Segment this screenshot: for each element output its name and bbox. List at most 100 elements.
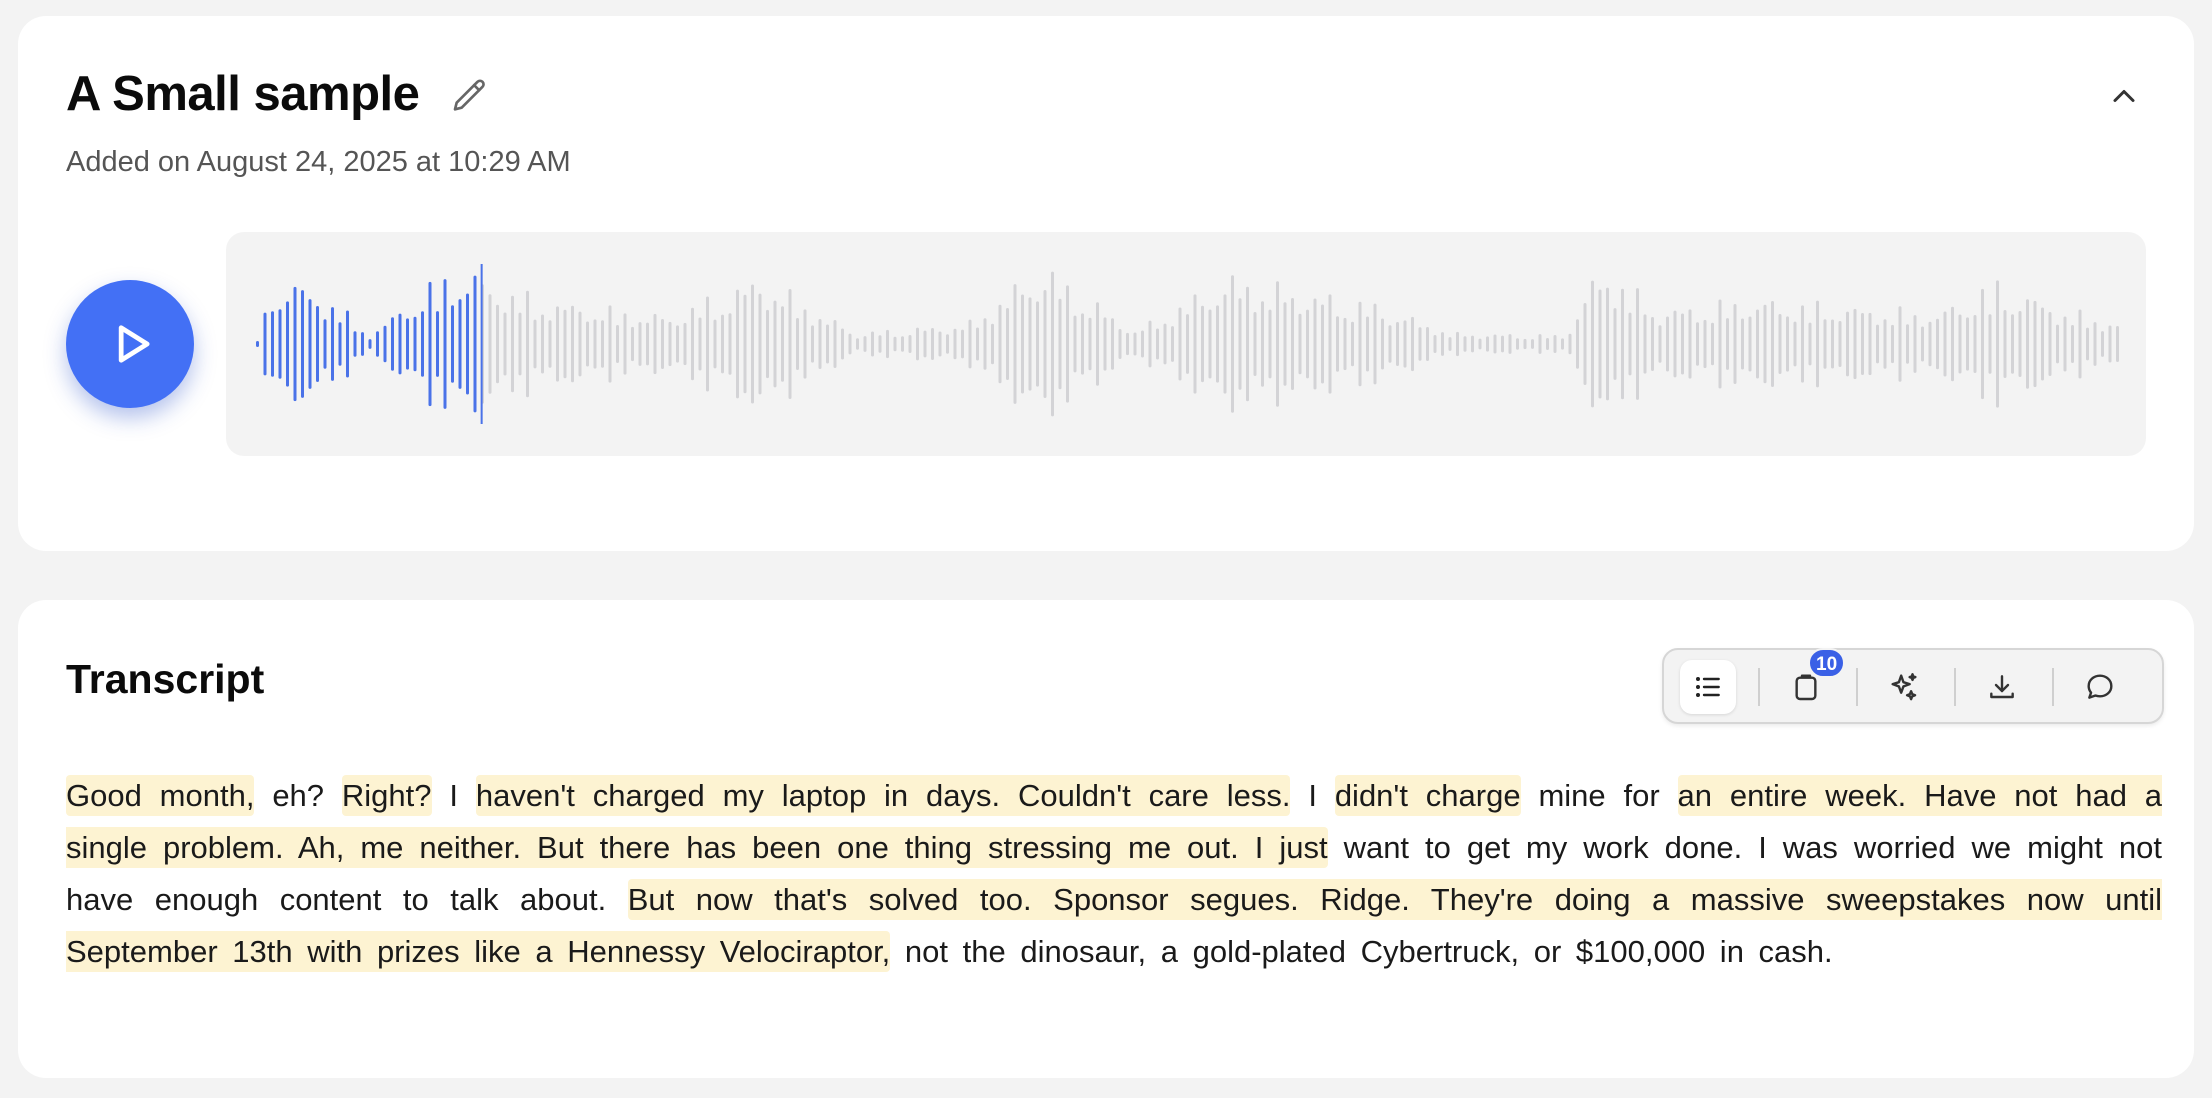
transcript-segment[interactable]: eh? <box>272 778 324 813</box>
waveform-bar <box>346 310 349 378</box>
waveform-bar <box>1163 323 1167 365</box>
list-view-button[interactable] <box>1680 660 1736 714</box>
waveform-bar <box>1201 305 1204 383</box>
waveform-bar <box>1816 300 1819 388</box>
waveform-bar <box>1681 313 1684 375</box>
waveform-bar <box>308 299 312 389</box>
waveform-bar <box>826 324 829 364</box>
waveform-bar <box>743 294 747 394</box>
waveform-bar <box>1891 324 1894 364</box>
waveform-bar <box>1291 297 1294 391</box>
waveform-bar <box>961 329 964 359</box>
waveform-bar <box>383 325 387 363</box>
waveform-bar <box>1111 318 1114 370</box>
waveform[interactable] <box>226 232 2146 456</box>
waveform-bar <box>1321 304 1324 384</box>
waveform-bar <box>398 313 402 375</box>
waveform-bar <box>781 306 784 382</box>
transcript-segment-highlighted[interactable]: haven't charged my laptop in days. Could… <box>475 775 1291 816</box>
waveform-bar <box>496 304 499 384</box>
waveform-bar <box>1846 311 1849 377</box>
waveform-bar <box>1801 305 1804 383</box>
waveform-bar <box>1906 324 1909 364</box>
clipboard-button[interactable]: 10 <box>1778 648 1846 714</box>
waveform-bars[interactable] <box>226 232 2146 456</box>
waveform-bar <box>323 319 327 369</box>
transcript-segment-highlighted[interactable]: Good month, <box>66 775 255 816</box>
download-button[interactable] <box>1974 660 2030 714</box>
waveform-bar <box>1216 305 1219 383</box>
waveform-bar <box>278 309 282 379</box>
waveform-bar <box>1463 336 1467 352</box>
transcript-segment[interactable]: not the dinosaur, a gold-plated Cybertru… <box>905 934 1833 969</box>
waveform-bar <box>1666 316 1669 372</box>
waveform-bar <box>1148 320 1152 368</box>
waveform-bar <box>1283 302 1287 386</box>
waveform-bar <box>1898 306 1902 382</box>
waveform-bar <box>998 304 1002 384</box>
waveform-bar <box>1711 322 1714 366</box>
waveform-bar <box>391 317 394 371</box>
waveform-bar <box>1276 281 1279 407</box>
clipboard-count-badge: 10 <box>1808 648 1846 678</box>
waveform-bar <box>2011 314 2014 374</box>
waveform-bar <box>458 299 462 389</box>
waveform-bar <box>1366 316 1369 372</box>
waveform-bar <box>1996 280 1999 408</box>
comment-button[interactable] <box>2072 660 2128 714</box>
transcript-segment[interactable]: I <box>1308 778 1317 813</box>
waveform-bar <box>1568 333 1572 355</box>
waveform-bar <box>721 314 724 374</box>
waveform-bar <box>2116 326 2119 362</box>
chevron-up-icon[interactable] <box>2106 78 2142 114</box>
waveform-bar <box>428 281 432 407</box>
waveform-bar <box>1313 298 1317 390</box>
waveform-bar <box>301 290 304 398</box>
transcript-segment-highlighted[interactable]: Right? <box>341 775 432 816</box>
waveform-bar <box>1531 339 1534 349</box>
waveform-bar <box>1306 309 1309 379</box>
waveform-bar <box>811 325 814 363</box>
waveform-bar <box>1156 328 1159 360</box>
waveform-bar <box>683 322 687 366</box>
play-button[interactable] <box>66 280 194 408</box>
waveform-bar <box>2048 312 2052 376</box>
waveform-bar <box>788 288 792 400</box>
transcript-title: Transcript <box>66 656 265 702</box>
waveform-bar <box>1088 317 1092 371</box>
waveform-bar <box>1066 285 1069 403</box>
waveform-bar <box>901 336 904 352</box>
waveform-bar <box>1748 316 1752 372</box>
waveform-bar <box>571 305 574 383</box>
waveform-bar <box>1793 321 1797 367</box>
waveform-bar <box>676 325 679 363</box>
download-icon <box>1990 675 2014 699</box>
waveform-bar <box>1478 338 1482 350</box>
waveform-bar <box>1883 319 1887 369</box>
waveform-bar <box>856 338 859 350</box>
waveform-bar <box>1268 309 1272 379</box>
playhead[interactable] <box>480 264 483 424</box>
waveform-bar <box>1561 338 1564 350</box>
waveform-bar <box>1141 330 1144 358</box>
waveform-bar <box>616 325 619 363</box>
waveform-bar <box>1081 313 1084 375</box>
waveform-bar <box>263 312 267 376</box>
transcript-segment-highlighted[interactable]: didn't charge <box>1334 775 1521 816</box>
waveform-bar <box>1831 319 1834 369</box>
waveform-bar <box>946 334 949 354</box>
ai-summary-button[interactable] <box>1876 660 1932 714</box>
waveform-bar <box>1381 318 1384 370</box>
waveform-bar <box>1471 335 1474 353</box>
transcript-segment[interactable]: mine for <box>1538 778 1659 813</box>
waveform-bar <box>1493 334 1497 354</box>
pencil-icon[interactable] <box>450 76 490 116</box>
waveform-bar <box>1426 327 1429 361</box>
waveform-bar <box>1973 315 1977 373</box>
waveform-bar <box>893 336 897 352</box>
waveform-bar <box>1351 321 1354 367</box>
waveform-bar <box>1336 316 1339 372</box>
waveform-bar <box>646 322 649 366</box>
transcript-segment[interactable]: I <box>449 778 458 813</box>
recording-card: A Small sample Added on August 24, 2025 … <box>18 16 2194 551</box>
